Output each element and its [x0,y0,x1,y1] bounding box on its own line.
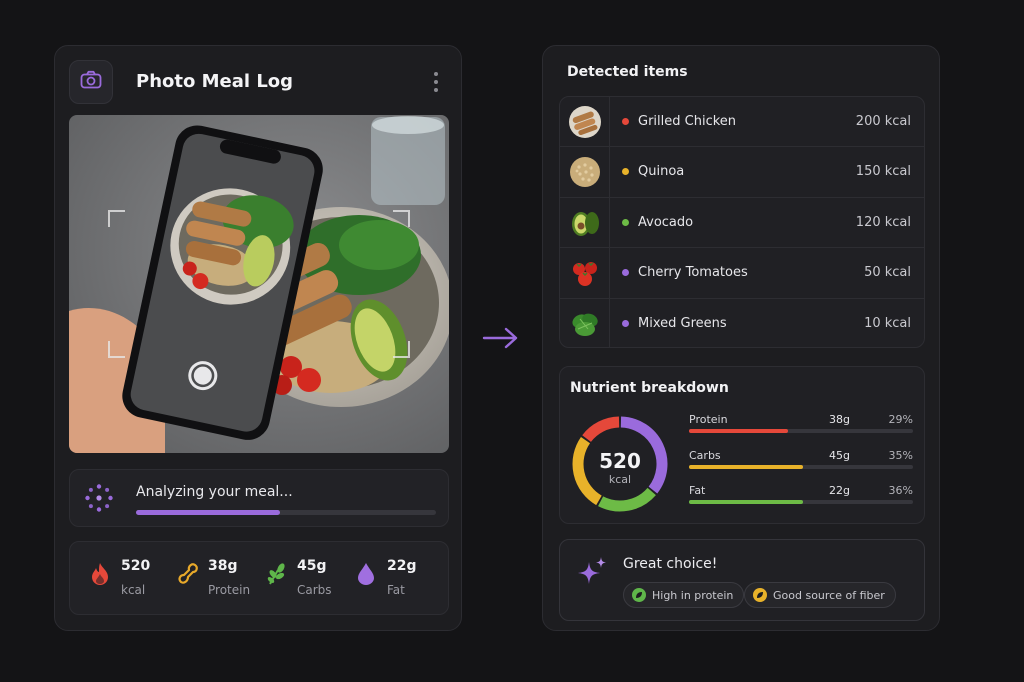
arrow-right-icon [482,326,520,354]
greens-thumb [560,298,610,347]
tag-label: High in protein [652,588,734,602]
flame-icon [90,562,110,590]
nutrient-breakdown-heading: Nutrient breakdown [570,380,729,396]
item-name: Avocado [638,214,694,230]
item-color-dot [622,218,629,226]
nutrient-row-fat: Fat 22g 36% [689,484,913,514]
stat-value: 45g [297,558,327,574]
nutrient-percent: 35% [888,449,913,462]
stat-value: 38g [208,558,238,574]
nutrient-percent: 29% [888,413,913,426]
item-color-dot [622,319,629,327]
detected-items-heading: Detected items [567,64,688,80]
analysis-progress-bar [136,510,436,515]
donut-segment-green [598,487,656,512]
item-name: Cherry Tomatoes [638,265,748,281]
great-choice-title: Great choice! [623,556,718,572]
donut-total: 520 [599,449,641,473]
sparkle-icon [576,556,608,592]
stat-unit: Protein [208,583,251,597]
tag-good-source-of-fiber[interactable]: Good source of fiber [744,582,896,608]
item-color-dot [622,269,629,277]
quinoa-thumb [560,147,610,197]
chicken-thumb [560,97,610,147]
item-name: Mixed Greens [638,315,727,331]
list-item[interactable]: Cherry Tomatoes 50 kcal [560,248,924,299]
macro-summary: 520 kcal 38g Protein 45g Carbs 22g Fat [69,541,449,615]
avocado-thumb [560,197,610,248]
tag-label: Good source of fiber [773,588,885,602]
item-calories: 200 kcal [855,114,911,129]
nutrient-percent: 36% [888,484,913,497]
nutrient-bar [689,429,913,433]
nutrient-grams: 45g [829,449,850,462]
nutrient-row-carbs: Carbs 45g 35% [689,449,913,479]
item-color-dot [622,118,629,125]
stat-value: 22g [387,558,417,574]
photo-meal-log-panel: Photo Meal Log Analyzing your meal... 52… [54,45,462,631]
nutrient-bar [689,500,913,504]
nutrient-bar-fill [689,429,788,433]
nutrient-grams: 38g [829,413,850,426]
list-item[interactable]: Quinoa 150 kcal [560,147,924,198]
detection-results-panel: Detected items Grilled Chicken 200 kcal [542,45,940,631]
donut-unit: kcal [608,473,632,486]
scanning-icon [84,483,114,517]
nutrient-bar [689,465,913,469]
stat-unit: Fat [387,583,405,597]
list-item[interactable]: Mixed Greens 10 kcal [560,298,924,347]
nutrient-name: Protein [689,413,728,426]
nutrient-bar-fill [689,500,804,504]
analysis-progress-fill [136,510,280,515]
leaf-icon [266,562,288,590]
nutrient-breakdown-card: Nutrient breakdown 520 kcal Protein 38g … [559,366,925,524]
item-name: Quinoa [638,164,685,180]
meal-photo [69,115,449,453]
analyzing-label: Analyzing your meal... [136,484,293,500]
list-item[interactable]: Avocado 120 kcal [560,197,924,249]
great-choice-card: Great choice! High in protein Good sourc… [559,539,925,621]
nutrient-grams: 22g [829,484,850,497]
camera-button[interactable] [69,60,113,104]
list-item[interactable]: Grilled Chicken 200 kcal [560,97,924,148]
stat-unit: kcal [121,583,146,597]
tag-high-in-protein[interactable]: High in protein [623,582,745,608]
tomatoes-thumb [560,248,610,298]
stat-unit: Carbs [297,583,332,597]
leaf-icon [753,588,767,602]
analyzing-card: Analyzing your meal... [69,469,449,527]
item-color-dot [622,168,629,176]
leaf-icon [632,588,646,602]
item-calories: 120 kcal [855,214,911,230]
more-options-icon[interactable] [433,72,439,92]
nutrient-row-protein: Protein 38g 29% [689,413,913,443]
nutrient-name: Carbs [689,449,721,462]
droplet-icon [356,562,376,590]
detected-items-list: Grilled Chicken 200 kcal Quinoa 150 kcal [559,96,925,348]
nutrient-name: Fat [689,484,706,497]
protein-icon [177,562,199,590]
camera-icon [80,70,102,94]
item-calories: 10 kcal [864,315,911,331]
item-calories: 50 kcal [864,265,911,281]
nutrient-bar-fill [689,465,804,469]
item-name: Grilled Chicken [638,114,737,129]
item-calories: 150 kcal [855,164,911,180]
page-title: Photo Meal Log [136,71,294,92]
stat-value: 520 [121,558,151,574]
donut-segment-red [582,416,620,443]
